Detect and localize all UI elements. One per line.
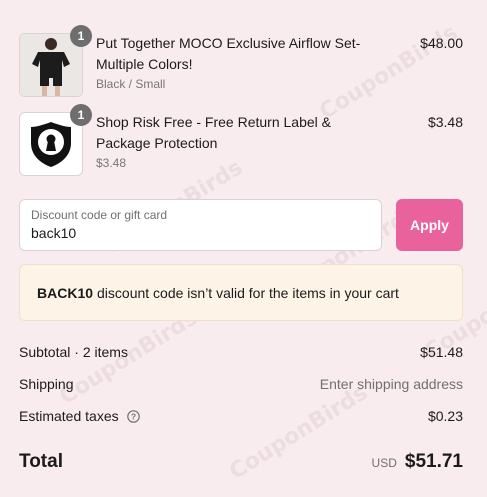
shipping-value: Enter shipping address	[319, 376, 463, 392]
quantity-badge: 1	[70, 25, 92, 47]
notice-message: discount code isn’t valid for the items …	[97, 284, 399, 301]
discount-label: Discount code or gift card	[31, 208, 168, 222]
total-label: Total	[19, 451, 63, 472]
shipping-row: Shipping Enter shipping address	[19, 376, 463, 396]
subtotal-row: Subtotal · 2 items $51.48	[19, 344, 463, 364]
discount-error-notice: BACK10 discount code isn’t valid for the…	[19, 264, 463, 321]
item-title: Put Together MOCO Exclusive Airflow Set-…	[96, 35, 361, 72]
item-title: Shop Risk Free - Free Return Label & Pac…	[96, 114, 331, 151]
taxes-label: Estimated taxes	[19, 408, 119, 424]
notice-code: BACK10	[37, 284, 94, 301]
svg-text:?: ?	[131, 411, 136, 421]
item-variant: Black / Small	[96, 77, 166, 91]
quantity-badge: 1	[70, 104, 92, 126]
total-row: Total USD $51.71	[19, 451, 463, 475]
product-thumbnail: 1	[19, 104, 92, 176]
item-price: $3.48	[427, 114, 463, 130]
item-variant: $3.48	[96, 156, 127, 170]
currency-code: USD	[371, 456, 397, 470]
taxes-row: Estimated taxes ? $0.23	[19, 408, 463, 428]
item-price: $48.00	[420, 35, 463, 51]
discount-code-input[interactable]: Discount code or gift card back10	[19, 199, 382, 251]
help-icon[interactable]: ?	[126, 409, 140, 423]
total-value: $51.71	[404, 451, 463, 472]
subtotal-label: Subtotal · 2 items	[19, 344, 128, 360]
shield-keyhole-icon	[31, 122, 71, 167]
subtotal-value: $51.48	[420, 344, 463, 360]
shipping-label: Shipping	[19, 376, 74, 392]
discount-row: Discount code or gift card back10 Apply	[19, 199, 463, 251]
discount-value: back10	[31, 225, 77, 241]
taxes-value: $0.23	[427, 408, 463, 424]
line-item: 1 Put Together MOCO Exclusive Airflow Se…	[19, 25, 463, 99]
apply-button[interactable]: Apply	[396, 199, 463, 251]
line-item: 1 Shop Risk Free - Free Return Label & P…	[19, 104, 463, 178]
product-thumbnail: 1	[19, 25, 92, 97]
